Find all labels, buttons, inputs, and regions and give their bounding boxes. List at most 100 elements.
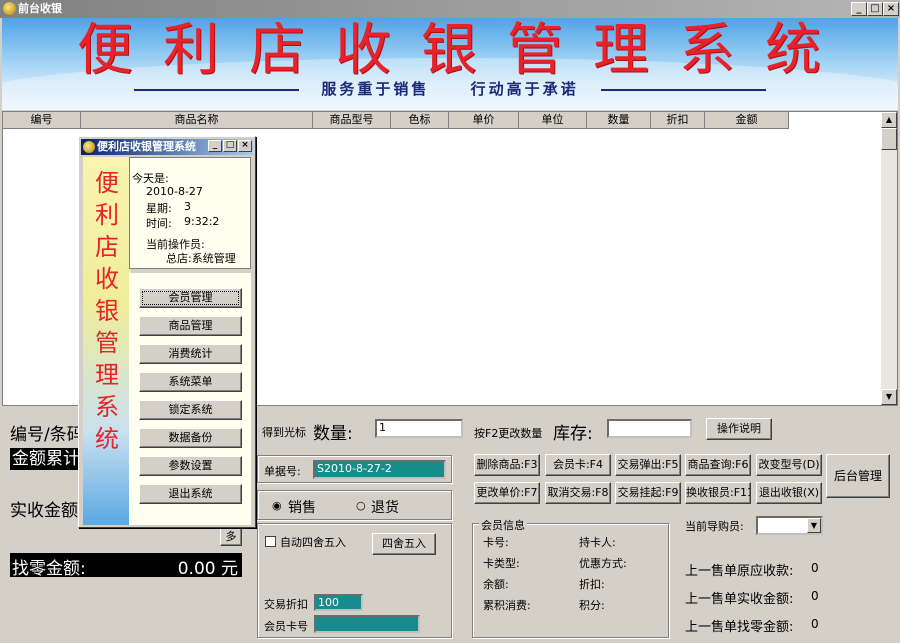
side-char: 统 [95,425,119,453]
col-qty[interactable]: 数量 [587,112,651,129]
auto-round-label[interactable]: 自动四舍五入 [280,534,346,550]
change-price-button[interactable]: 更改单价:F7 [474,482,540,504]
qty-input[interactable]: 1 [375,419,463,438]
help-button[interactable]: 操作说明 [706,418,772,440]
last-received-label: 上一售单实收金额: [685,592,794,607]
round-group: 自动四舍五入 四舍五入 交易折扣 100 会员卡号 [257,523,452,638]
product-query-button[interactable]: 商品查询:F6 [685,454,751,476]
switch-cashier-button[interactable]: 换收银员:F11 [685,482,751,504]
dialog-title: 便利店收银管理系统 [97,140,196,153]
side-char: 理 [95,361,119,389]
window-titlebar: 前台收银 [0,0,900,18]
guide-select[interactable]: ▼ [756,516,823,535]
side-char: 系 [95,393,119,421]
radio-sale-icon[interactable]: ◉ [272,499,282,512]
col-price[interactable]: 单价 [449,112,519,129]
minimize-button[interactable]: _ [851,2,867,16]
order-label: 单据号: [264,465,301,478]
grid-scrollbar[interactable]: ▲ ▼ [881,112,897,405]
system-menu-button[interactable]: 系统菜单 [139,372,242,392]
member-type-label: 卡类型: [483,557,520,570]
change-bar: 找零金额: 0.00 元 [10,553,242,579]
banner-title: 便利店收银管理系统 [77,18,851,83]
exit-system-button[interactable]: 退出系统 [139,484,242,504]
today-label: 今天是: [132,172,169,185]
backend-button[interactable]: 后台管理 [826,454,890,498]
dialog-minimize-button[interactable]: _ [208,140,222,152]
dialog-maximize-button[interactable]: □ [223,140,237,152]
data-backup-button[interactable]: 数据备份 [139,428,242,448]
member-card-no-label: 卡号: [483,536,509,549]
consumption-stats-button[interactable]: 消费统计 [139,344,242,364]
col-code[interactable]: 编号 [3,112,81,129]
last-receivable-label: 上一售单原应收款: [685,564,794,579]
side-char: 管 [95,329,119,357]
suspend-trade-button[interactable]: 交易挂起:F9 [615,482,681,504]
change-value: 0.00 元 [177,559,238,579]
guide-label: 当前导购员: [685,520,744,533]
col-amount[interactable]: 金额 [705,112,789,129]
member-info-title: 会员信息 [479,517,527,533]
dialog-close-button[interactable]: × [238,140,252,152]
member-spend-label: 累积消费: [483,599,531,612]
col-model[interactable]: 商品型号 [313,112,391,129]
parameter-settings-button[interactable]: 参数设置 [139,456,242,476]
dropdown-arrow-icon[interactable]: ▼ [807,518,821,533]
grid-header: 编号 商品名称 商品型号 色标 单价 单位 数量 折扣 金额 [3,112,789,129]
last-change-label: 上一售单找零金额: [685,620,794,635]
window-title: 前台收银 [18,2,62,15]
last-change-value: 0 [811,617,819,631]
side-char: 收 [95,265,119,293]
scroll-down-icon[interactable]: ▼ [881,389,897,405]
auto-round-checkbox[interactable] [265,536,276,547]
scroll-up-icon[interactable]: ▲ [881,112,897,128]
round-button[interactable]: 四舍五入 [372,533,436,555]
cancel-trade-button[interactable]: 取消交易:F8 [545,482,611,504]
dialog-app-icon [83,141,95,153]
radio-return-label[interactable]: 退货 [371,497,399,517]
product-manage-button[interactable]: 商品管理 [139,316,242,336]
popup-trade-button[interactable]: 交易弹出:F5 [615,454,681,476]
radio-sale-label[interactable]: 销售 [288,497,316,517]
banner-slogan: 服务重于销售 行动高于承诺 [2,78,898,99]
app-icon [3,2,16,15]
dialog-side-banner: 便 利 店 收 银 管 理 系 统 [83,157,131,525]
operator-value: 总店:系统管理 [166,252,236,265]
code-label: 编号/条码 [10,425,84,445]
stock-label: 库存: [553,424,593,444]
trade-type-group: ◉ 销售 ○ 退货 [257,490,452,520]
more-button[interactable]: 多 [220,527,242,546]
col-color[interactable]: 色标 [391,112,449,129]
radio-return-icon[interactable]: ○ [356,499,366,512]
member-card-input[interactable] [314,615,420,633]
col-name[interactable]: 商品名称 [81,112,313,129]
member-info-group: 会员信息 卡号: 持卡人: 卡类型: 优惠方式: 余额: 折扣: 累积消费: 积… [472,517,669,638]
member-offer-label: 优惠方式: [579,557,627,570]
maximize-button[interactable]: □ [867,2,883,16]
today-date: 2010-8-27 [146,185,203,198]
system-menu-dialog[interactable]: 便利店收银管理系统 _ □ × 便 利 店 收 银 管 理 系 统 今天是: 2… [78,136,256,528]
week-label: 星期: [146,202,172,215]
last-receivable-value: 0 [811,561,819,575]
change-model-button[interactable]: 改变型号(D) [756,454,822,476]
lock-system-button[interactable]: 锁定系统 [139,400,242,420]
col-discount[interactable]: 折扣 [651,112,705,129]
delete-item-button[interactable]: 删除商品:F3 [474,454,540,476]
member-balance-label: 余额: [483,578,509,591]
member-card-button[interactable]: 会员卡:F4 [545,454,611,476]
member-rebate-label: 折扣: [579,578,605,591]
time-value: 9:32:2 [184,215,220,228]
side-char: 便 [95,169,119,197]
order-group: 单据号: S2010-8-27-2 [257,455,452,483]
close-button[interactable]: × [883,2,899,16]
member-points-label: 积分: [579,599,605,612]
discount-field[interactable]: 100 [314,594,363,611]
side-char: 银 [95,297,119,325]
week-value: 3 [184,200,191,213]
exit-cashier-button[interactable]: 退出收银(X) [756,482,822,504]
sum-label: 金额累计 [10,448,80,470]
stock-field [607,419,692,438]
member-manage-button[interactable]: 会员管理 [139,288,242,308]
col-unit[interactable]: 单位 [519,112,587,129]
scroll-thumb[interactable] [881,128,897,150]
